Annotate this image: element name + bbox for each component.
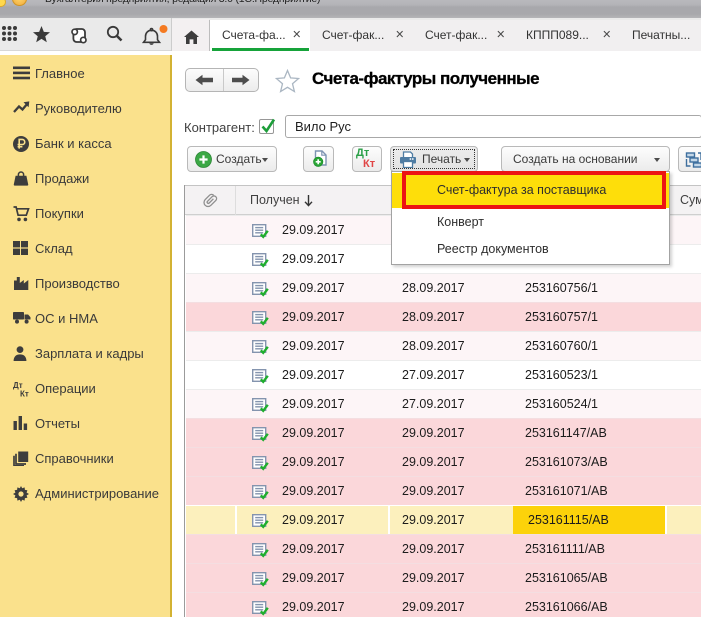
svg-text:Кт: Кт (20, 390, 29, 398)
